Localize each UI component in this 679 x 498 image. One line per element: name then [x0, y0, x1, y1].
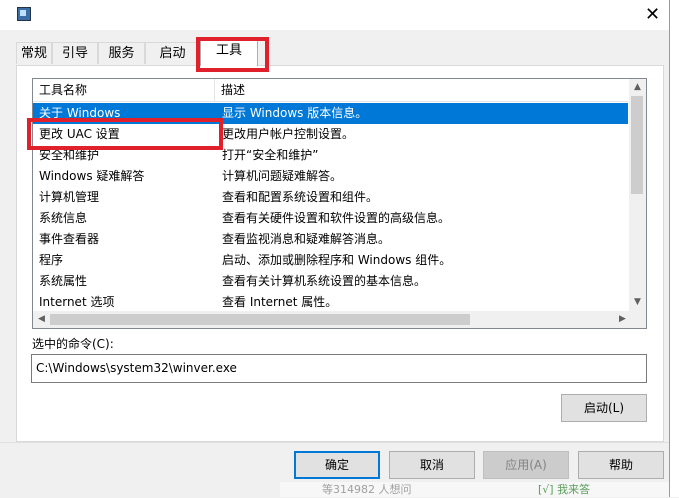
- tab-tools[interactable]: 工具: [200, 39, 258, 66]
- tool-description: 启动、添加或删除程序和 Windows 组件。: [222, 253, 452, 267]
- system-configuration-dialog: ✕ 常规 引导 服务 启动 工具 工具名称 描述 关于 Windows 显示 W…: [0, 0, 670, 498]
- close-icon: ✕: [644, 4, 661, 25]
- list-item-about-windows[interactable]: 关于 Windows 显示 Windows 版本信息。: [33, 103, 628, 124]
- tool-description: 计算机问题疑难解答。: [222, 169, 343, 183]
- tool-name: 计算机管理: [39, 190, 100, 204]
- tool-description: 显示 Windows 版本信息。: [222, 106, 368, 120]
- msconfig-app-icon: [17, 7, 31, 21]
- selected-command-field[interactable]: C:\Windows\system32\winver.exe: [31, 354, 647, 383]
- close-button[interactable]: ✕: [636, 0, 669, 30]
- tool-description: 查看监视消息和疑难解答消息。: [222, 232, 391, 246]
- tab-general[interactable]: 常规: [16, 42, 52, 64]
- column-header-tool-name[interactable]: 工具名称: [33, 79, 215, 101]
- list-header: 工具名称 描述: [33, 79, 628, 102]
- tab-services[interactable]: 服务: [98, 42, 145, 64]
- list-item-change-uac-settings[interactable]: 更改 UAC 设置 更改用户帐户控制设置。: [33, 124, 628, 145]
- horizontal-scrollbar[interactable]: ◀ ▶: [33, 311, 631, 328]
- tool-description: 打开“安全和维护”: [222, 148, 319, 162]
- vertical-scrollbar[interactable]: ▲ ▼: [629, 79, 646, 311]
- list-item-windows-troubleshooting[interactable]: Windows 疑难解答 计算机问题疑难解答。: [33, 166, 628, 187]
- list-item-programs[interactable]: 程序 启动、添加或删除程序和 Windows 组件。: [33, 250, 628, 271]
- background-page-strip: 等314982 人想问 [√] 我来答: [280, 482, 669, 497]
- tool-name: Windows 疑难解答: [39, 169, 145, 183]
- list-item-computer-management[interactable]: 计算机管理 查看和配置系统设置和组件。: [33, 187, 628, 208]
- selected-command-label: 选中的命令(C):: [32, 337, 114, 351]
- tool-description: 查看和配置系统设置和组件。: [222, 190, 379, 204]
- background-text-right: [√] 我来答: [538, 483, 591, 496]
- tool-name: 关于 Windows: [39, 106, 121, 120]
- scroll-up-arrow-icon[interactable]: ▲: [629, 79, 646, 96]
- tool-description: 更改用户帐户控制设置。: [222, 127, 355, 141]
- title-bar: ✕: [0, 0, 669, 30]
- ok-button[interactable]: 确定: [294, 451, 380, 479]
- tool-name: 程序: [39, 253, 64, 267]
- list-item-internet-options[interactable]: Internet 选项 查看 Internet 属性。: [33, 292, 628, 313]
- scroll-left-arrow-icon[interactable]: ◀: [33, 311, 50, 328]
- tool-name: 系统信息: [39, 211, 88, 225]
- list-item-system-properties[interactable]: 系统属性 查看有关计算机系统设置的基本信息。: [33, 271, 628, 292]
- scroll-down-arrow-icon[interactable]: ▼: [629, 294, 646, 311]
- column-header-description[interactable]: 描述: [215, 79, 628, 101]
- tool-name: Internet 选项: [39, 295, 115, 309]
- vertical-scroll-thumb[interactable]: [631, 96, 643, 194]
- tool-description: 查看有关硬件设置和软件设置的高级信息。: [222, 211, 451, 225]
- tool-name: 更改 UAC 设置: [39, 127, 120, 141]
- list-rows: 关于 Windows 显示 Windows 版本信息。 更改 UAC 设置 更改…: [33, 103, 628, 313]
- help-button[interactable]: 帮助: [578, 451, 664, 479]
- scrollbar-corner: [629, 311, 646, 328]
- horizontal-scroll-thumb[interactable]: [50, 314, 470, 325]
- list-item-event-viewer[interactable]: 事件查看器 查看监视消息和疑难解答消息。: [33, 229, 628, 250]
- tool-name: 系统属性: [39, 274, 88, 288]
- apply-button[interactable]: 应用(A): [483, 451, 569, 479]
- tools-list: 工具名称 描述 关于 Windows 显示 Windows 版本信息。 更改 U…: [32, 78, 647, 329]
- cancel-button[interactable]: 取消: [389, 451, 475, 479]
- list-item-security-maintenance[interactable]: 安全和维护 打开“安全和维护”: [33, 145, 628, 166]
- tool-description: 查看 Internet 属性。: [222, 295, 338, 309]
- launch-button[interactable]: 启动(L): [561, 394, 647, 422]
- tab-startup[interactable]: 启动: [145, 42, 200, 64]
- tab-boot[interactable]: 引导: [52, 42, 98, 64]
- tool-name: 安全和维护: [39, 148, 100, 162]
- list-item-system-information[interactable]: 系统信息 查看有关硬件设置和软件设置的高级信息。: [33, 208, 628, 229]
- background-page-edge: [670, 0, 679, 497]
- background-text-left: 等314982 人想问: [322, 483, 412, 496]
- tool-description: 查看有关计算机系统设置的基本信息。: [222, 274, 427, 288]
- tool-name: 事件查看器: [39, 232, 100, 246]
